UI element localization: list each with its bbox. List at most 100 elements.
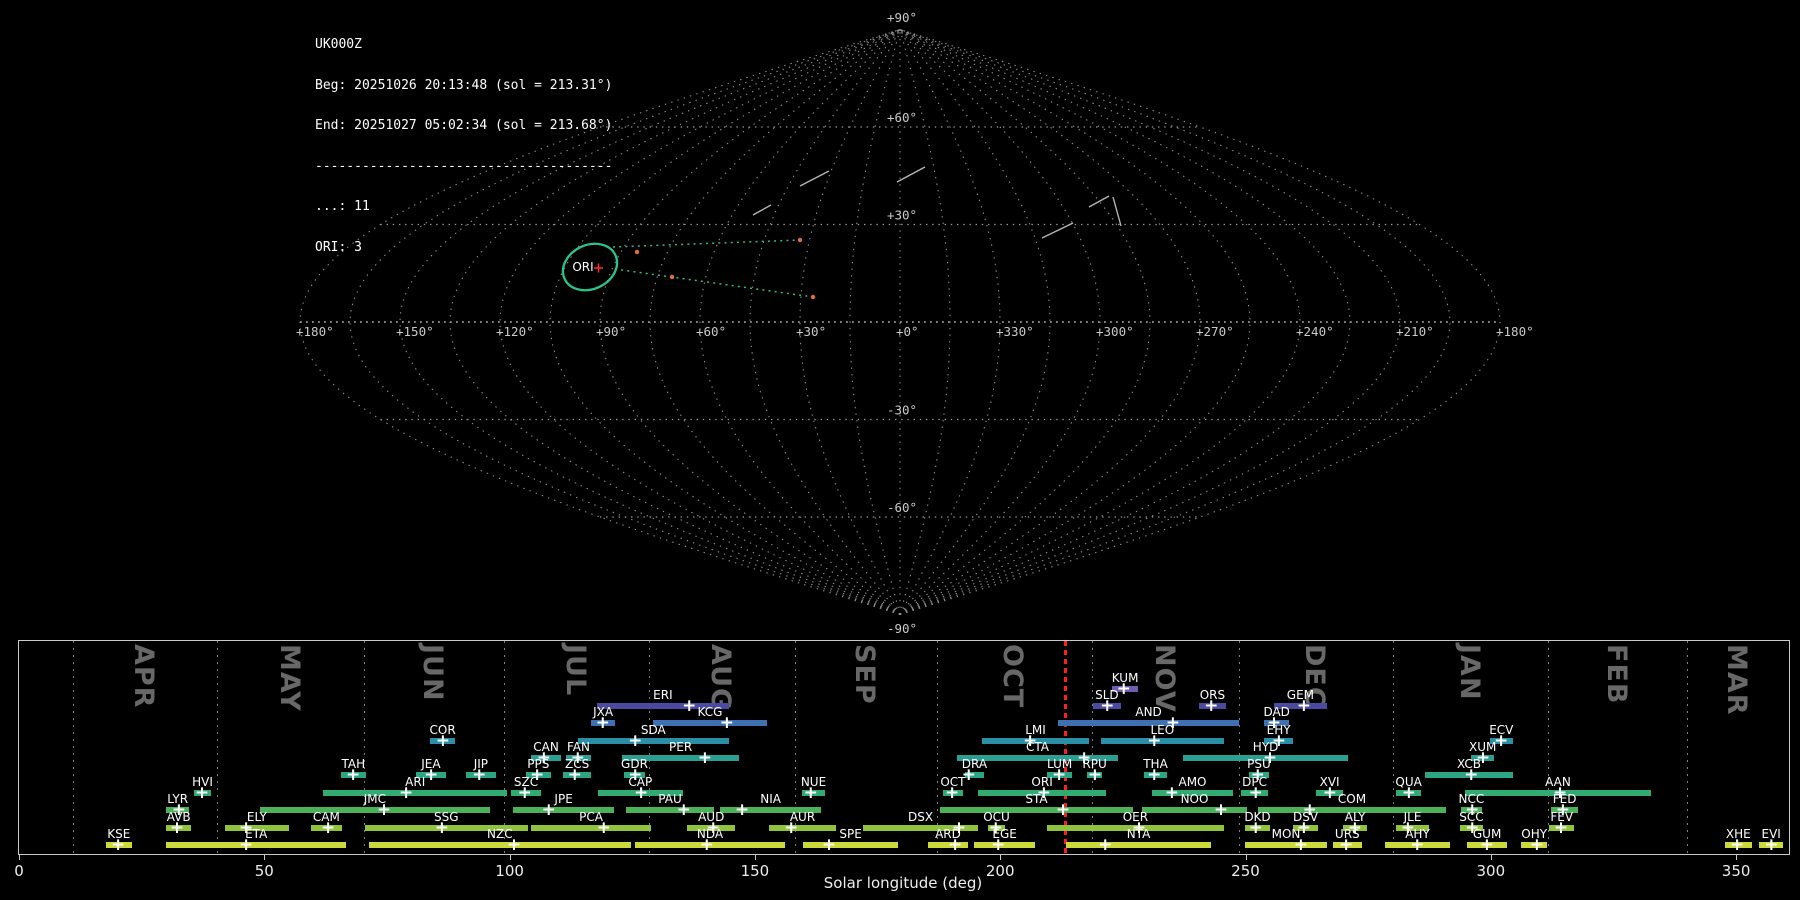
peak-marker: +: [1164, 783, 1180, 803]
month-separator: [1091, 641, 1093, 854]
shower-bar-pca: [531, 825, 651, 831]
shower-label: NTA: [1126, 827, 1151, 841]
peak-marker: +: [682, 696, 697, 716]
month-separator: [1687, 641, 1688, 854]
month-separator: [648, 641, 650, 854]
shower-bar-spe: [803, 842, 899, 848]
peak-marker: +: [110, 835, 126, 855]
peak-marker: +: [345, 765, 361, 785]
peak-marker: +: [1098, 835, 1113, 855]
header-separator: --------------------------------------: [315, 158, 613, 174]
month-separator: [936, 641, 938, 854]
axis-tick: [19, 854, 20, 860]
month-separator: [217, 641, 219, 854]
peak-marker: +: [435, 731, 451, 751]
axis-tick-label: 350: [1721, 862, 1751, 880]
meteor-streak: [752, 204, 772, 216]
lat-label: +90°: [887, 10, 917, 25]
shower-label: JPE: [554, 792, 573, 806]
peak-marker: +: [1464, 765, 1479, 785]
lon-label: +150°: [396, 324, 434, 339]
month-separator: [363, 641, 365, 854]
month-label: SEP: [849, 644, 880, 705]
shower-bar-sda: [577, 738, 729, 744]
lon-label: +90°: [596, 324, 626, 339]
shower-label: DSX: [907, 810, 934, 824]
shower-bar-and: [1058, 720, 1240, 726]
month-label: JAN: [1453, 644, 1485, 701]
axis-tick: [264, 854, 266, 860]
shower-label: PER: [669, 740, 693, 754]
peak-marker: +: [1729, 835, 1745, 855]
peak-marker: +: [699, 835, 714, 855]
shower-label: AMO: [1178, 775, 1207, 789]
begin-time-line: Beg: 20251026 20:13:48 (sol = 213.31°): [315, 77, 613, 93]
peak-marker: +: [517, 783, 532, 803]
shower-label: KCG: [697, 705, 723, 719]
peak-marker: +: [628, 731, 643, 751]
peak-marker: +: [506, 835, 522, 855]
lon-label: +180°: [1496, 324, 1534, 339]
radiant-trail: [612, 239, 801, 248]
lon-label: +0°: [896, 324, 919, 339]
lon-label: +330°: [996, 324, 1034, 339]
sporadic-count-line: ...: 11: [315, 199, 370, 214]
meteor-observation-screen: +180° +150° +120° +90° +60° +30° +0° +330° +300°…: [0, 0, 1800, 900]
peak-marker: +: [596, 818, 611, 838]
meteor-streak: [1041, 222, 1074, 239]
axis-tick: [1736, 854, 1738, 860]
axis-tick: [1245, 854, 1247, 860]
month-separator: [1548, 641, 1550, 854]
lon-label: +270°: [1196, 324, 1234, 339]
peak-marker: +: [947, 835, 963, 855]
axis-tick: [1000, 854, 1002, 860]
peak-marker: +: [1410, 835, 1425, 855]
axis-tick-label: 250: [1231, 862, 1260, 880]
peak-marker: +: [1100, 696, 1115, 716]
current-sol-line: [1064, 641, 1068, 854]
axis-tick-label: 50: [254, 862, 274, 880]
shower-label: SPE: [839, 827, 862, 841]
peak-marker: +: [697, 748, 713, 768]
shower-bar-nzc: [368, 842, 631, 848]
axis-tick-label: 150: [740, 862, 770, 880]
peak-marker: +: [1204, 696, 1219, 716]
peak-marker: +: [1479, 835, 1495, 855]
peak-marker: +: [1051, 765, 1067, 785]
month-separator: [1393, 641, 1395, 854]
observation-header: UK000Z Beg: 20251026 20:13:48 (sol = 213…: [315, 11, 612, 281]
axis-tick-label: 0: [14, 862, 24, 880]
peak-marker: +: [423, 765, 439, 785]
lon-label: +180°: [296, 324, 334, 339]
peak-marker: +: [169, 818, 185, 838]
shower-bar-mon: [1245, 842, 1327, 848]
grid-meridian: [899, 28, 1451, 616]
month-label: MAR: [1721, 644, 1753, 716]
peak-marker: +: [821, 835, 837, 855]
meteor-streak: [1088, 195, 1110, 208]
peak-marker: +: [1529, 835, 1545, 855]
peak-marker: +: [1116, 679, 1131, 699]
shower-bar-eta: [166, 842, 347, 848]
station-id: UK000Z: [315, 37, 362, 52]
meteor-streak: [1112, 196, 1122, 227]
peak-marker: +: [633, 783, 649, 803]
month-label: JUL: [559, 644, 591, 697]
peak-marker: +: [1553, 818, 1569, 838]
lon-label: +240°: [1296, 324, 1334, 339]
peak-marker: +: [398, 783, 414, 803]
peak-marker: +: [1322, 783, 1338, 803]
lon-label: +210°: [1396, 324, 1434, 339]
month-label: FEB: [1600, 644, 1632, 705]
lon-label: +30°: [796, 324, 826, 339]
peak-marker: +: [1293, 835, 1309, 855]
peak-marker: +: [434, 818, 450, 838]
peak-marker: +: [1338, 835, 1354, 855]
radiant-trail: [614, 268, 814, 298]
lat-label: -60°: [887, 500, 917, 515]
shower-label: ERI: [653, 688, 673, 702]
x-axis-title: Solar longitude (deg): [823, 874, 983, 892]
trail-endpoint-dot: [669, 274, 675, 280]
peak-marker: +: [541, 800, 556, 820]
peak-marker: +: [1213, 800, 1229, 820]
